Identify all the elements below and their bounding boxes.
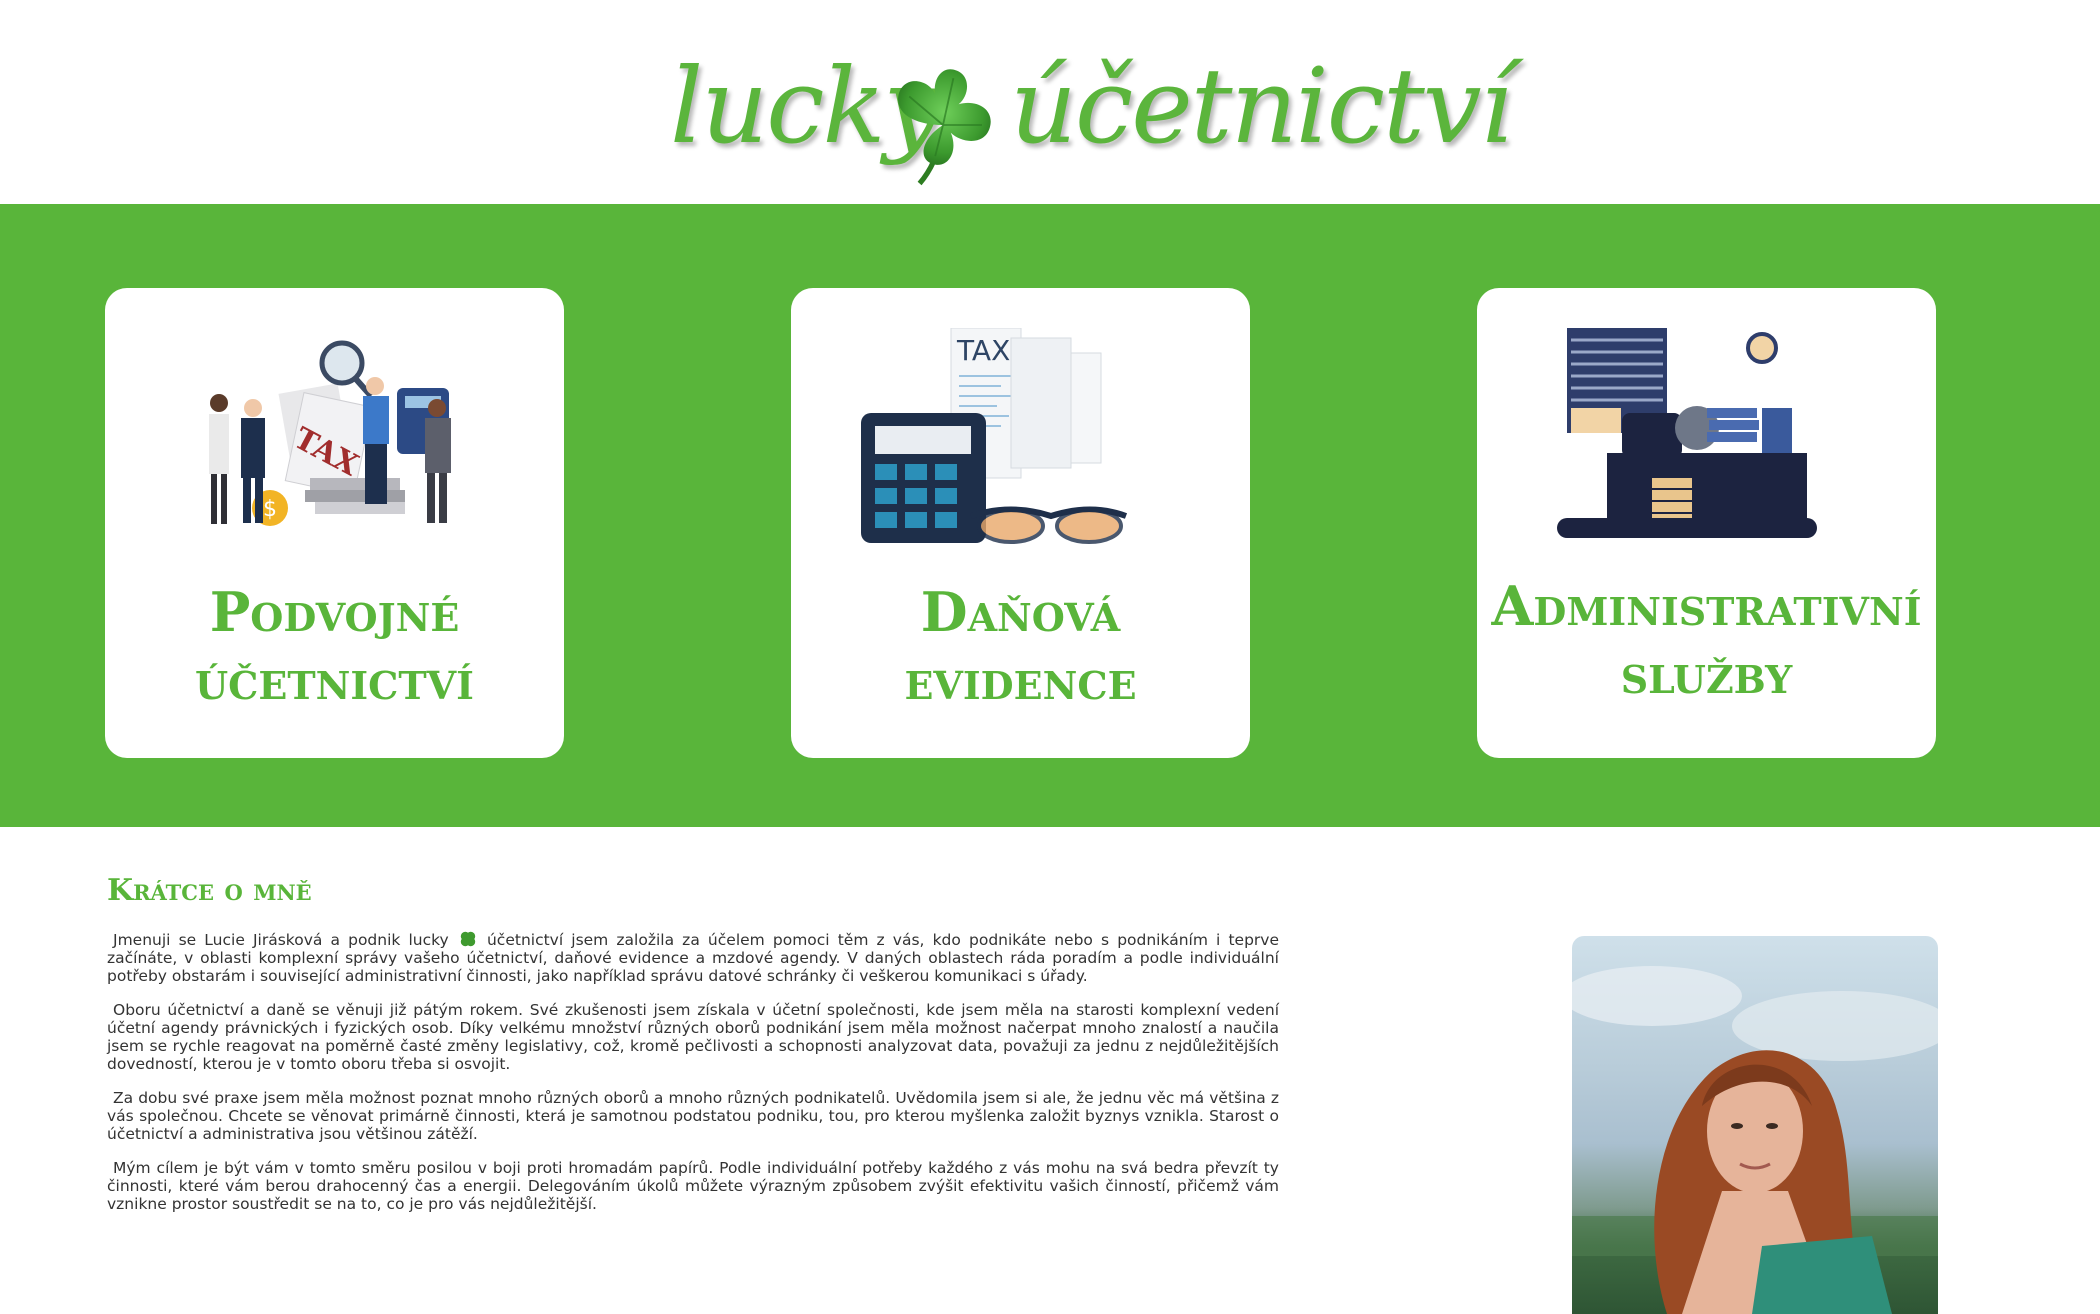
portrait-image [1572,966,1938,1314]
service-title-line2: služby [1620,642,1793,706]
services-band: TAX $ Podvojné účetnictví TAX Daňová evi… [0,204,2100,827]
about-paragraph: Jmenuji se Lucie Jirásková a podnik luck… [107,930,1279,985]
about-text: Jmenuji se Lucie Jirásková a podnik luck… [107,930,1279,1229]
about-heading: Krátce o mně [107,873,312,908]
clover-icon [898,69,991,186]
profile-photo [1572,936,1938,1314]
svg-text:$: $ [263,497,277,522]
about-paragraph-part: Jmenuji se Lucie Jirásková a podnik luck… [113,931,449,949]
svg-text:TAX: TAX [956,334,1010,367]
service-card-podvojne-ucetnictvi[interactable]: TAX $ Podvojné účetnictví [105,288,564,758]
service-card-danova-evidence[interactable]: TAX Daňová evidence [791,288,1250,758]
about-paragraph: Za dobu své praxe jsem měla možnost pozn… [107,1089,1279,1143]
tax-team-illustration-icon: TAX $ [209,340,451,526]
calculator-tax-illustration-icon: TAX [861,328,1128,544]
office-desk-illustration-icon [1557,328,1817,538]
service-title-line1: Administrativní [1491,574,1922,638]
service-title: Daňová evidence [791,578,1250,714]
service-card-administrativni-sluzby[interactable]: Administrativní služby [1477,288,1936,758]
service-title-line2: účetnictví [195,648,474,712]
site-header: lucky účetnictví [0,0,2100,204]
about-paragraph: Mým cílem je být vám v tomto směru posil… [107,1159,1279,1213]
logo-word-ucetnictvi: účetnictví [1010,45,1513,167]
service-title-line2: evidence [904,648,1137,712]
service-title: Podvojné účetnictví [105,578,564,714]
clover-icon [460,931,476,947]
service-title: Administrativní služby [1477,572,1936,708]
site-logo[interactable]: lucky účetnictví [660,48,1513,198]
service-title-line1: Daňová [920,580,1121,644]
service-title-line1: Podvojné [209,580,460,644]
about-paragraph: Oboru účetnictví a daně se věnuji již pá… [107,1001,1279,1073]
